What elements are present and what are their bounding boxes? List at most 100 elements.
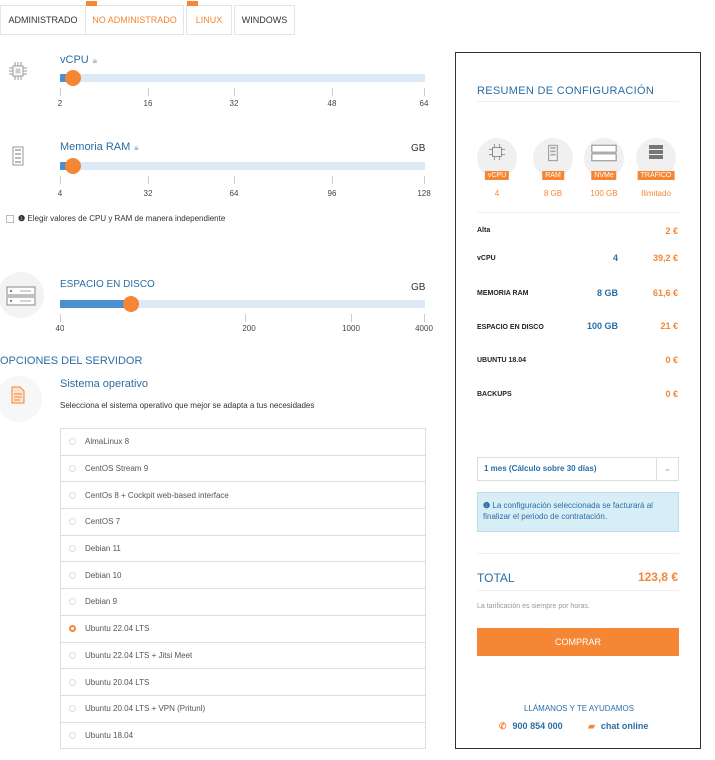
ram-tick — [424, 176, 425, 184]
lock-icon: 🔒︎ — [92, 56, 97, 65]
summary-disk-badge: NVMe — [584, 138, 624, 180]
summary-row-label: Alta — [477, 227, 491, 234]
tab-flag — [86, 1, 97, 6]
divider — [477, 553, 679, 554]
cpu-icon — [477, 144, 517, 165]
vcpu-tick-label: 64 — [419, 99, 429, 108]
ram-slider-handle[interactable] — [65, 158, 81, 174]
os-list: AlmaLinux 8 CentOS Stream 9 CentOs 8 + C… — [60, 428, 426, 750]
billing-note: La tarificación es siempre por horas. — [477, 603, 590, 610]
vcpu-tick-label: 32 — [229, 99, 239, 108]
badge-label: NVMe — [591, 171, 617, 180]
os-option-label: CentOS Stream 9 — [85, 464, 149, 474]
os-option[interactable]: Ubuntu 20.04 LTS + VPN (Pritunl) — [61, 695, 425, 723]
os-option[interactable]: CentOS Stream 9 — [61, 455, 425, 483]
tab-windows[interactable]: WINDOWS — [234, 5, 295, 35]
os-option[interactable]: AlmaLinux 8 — [61, 429, 425, 456]
badge-label: vCPU — [484, 171, 510, 180]
os-option-selected[interactable]: Ubuntu 22.04 LTS — [61, 615, 425, 643]
chat-icon: ▰ — [588, 721, 595, 731]
summary-row-label: BACKUPS — [477, 391, 512, 398]
os-option-label: Debian 9 — [85, 597, 118, 607]
chevron-down-icon[interactable]: ⌄ — [656, 458, 678, 480]
summary-cpu-badge: vCPU — [477, 138, 517, 180]
os-option[interactable]: Ubuntu 18.04 — [61, 722, 425, 750]
chat-link[interactable]: ▰ chat online — [588, 721, 648, 732]
summary-row-price: 0 € — [665, 355, 678, 365]
phone-icon: ✆ — [499, 721, 507, 731]
disk-unit: GB — [411, 282, 426, 293]
phone-number: 900 854 000 — [512, 721, 563, 731]
disk-slider-handle[interactable] — [123, 296, 139, 312]
total-label: TOTAL — [477, 571, 515, 585]
radio-button[interactable] — [69, 598, 76, 606]
tab-label: LINUX — [195, 15, 223, 25]
ram-tick-label: 128 — [417, 189, 431, 198]
ram-tick-label: 4 — [57, 189, 63, 198]
radio-button[interactable] — [69, 705, 76, 713]
tab-administrado[interactable]: ADMINISTRADO — [0, 5, 86, 35]
buy-button[interactable]: COMPRAR — [477, 628, 679, 656]
radio-button[interactable] — [69, 731, 76, 739]
os-option[interactable]: CentOS 7 — [61, 509, 425, 536]
summary-ram-value: 8 GB — [543, 189, 563, 198]
radio-button[interactable] — [69, 678, 76, 686]
vcpu-slider-handle[interactable] — [65, 70, 81, 86]
radio-button[interactable] — [69, 518, 76, 526]
os-option[interactable]: Debian 11 — [61, 535, 425, 563]
billing-period-select[interactable]: 1 mes (Cálculo sobre 30 días) ⌄ — [477, 457, 679, 481]
os-option-label: CentOs 8 + Cockpit web-based interface — [85, 490, 229, 500]
vcpu-tick-label: 16 — [143, 99, 153, 108]
os-option[interactable]: Ubuntu 22.04 LTS + Jitsi Meet — [61, 642, 425, 670]
ram-tick-label: 64 — [229, 189, 239, 198]
os-title: Sistema operativo — [60, 378, 149, 390]
independent-checkbox[interactable] — [6, 215, 14, 223]
radio-button[interactable] — [69, 465, 76, 473]
ram-slider-track[interactable] — [60, 158, 425, 174]
os-option[interactable]: CentOs 8 + Cockpit web-based interface — [61, 482, 425, 510]
billing-period-value: 1 mes (Cálculo sobre 30 días) — [484, 464, 597, 473]
disk-icon — [584, 144, 624, 167]
radio-button[interactable] — [69, 545, 76, 553]
vcpu-tick — [332, 88, 333, 96]
tab-label: NO ADMINISTRADO — [92, 15, 177, 25]
disk-slider-track[interactable] — [60, 296, 425, 312]
chat-label: chat online — [600, 721, 649, 731]
summary-row-label: ESPACIO EN DISCO — [477, 324, 544, 331]
radio-button[interactable] — [69, 571, 76, 579]
summary-disk-value: 100 GB — [590, 189, 618, 198]
lock-icon: 🔒︎ — [134, 143, 139, 152]
os-subtitle: Selecciona el sistema operativo que mejo… — [60, 401, 315, 410]
divider — [477, 101, 679, 102]
ram-tick-label: 96 — [327, 189, 337, 198]
os-option-label: Debian 10 — [85, 570, 122, 580]
os-option-label: Ubuntu 20.04 LTS + VPN (Pritunl) — [85, 704, 206, 714]
summary-row-price: 2 € — [665, 226, 678, 236]
os-option-label: CentOS 7 — [85, 517, 121, 527]
os-option[interactable]: Debian 10 — [61, 562, 425, 590]
tab-linux[interactable]: LINUX — [186, 1, 232, 35]
summary-row-label: MEMORIA RAM — [477, 290, 529, 297]
os-option-label: Ubuntu 18.04 — [85, 730, 134, 740]
radio-button[interactable] — [69, 438, 76, 446]
os-option-label: Ubuntu 22.04 LTS — [85, 624, 150, 634]
phone-link[interactable]: ✆ 900 854 000 — [499, 721, 563, 732]
vcpu-tick-label: 2 — [57, 99, 63, 108]
radio-button-selected[interactable] — [69, 625, 76, 633]
document-icon — [11, 386, 25, 409]
radio-button[interactable] — [69, 651, 76, 659]
tab-no-administrado[interactable]: NO ADMINISTRADO — [85, 1, 184, 35]
summary-traffic-value: Ilimitado — [641, 189, 671, 198]
vcpu-slider-track[interactable] — [60, 70, 425, 86]
summary-row-price: 0 € — [665, 389, 678, 399]
summary-cpu-value: 4 — [494, 189, 500, 198]
radio-button[interactable] — [69, 491, 76, 499]
os-option[interactable]: Debian 9 — [61, 589, 425, 616]
disk-slider-fill — [60, 300, 130, 308]
total-value: 123,8 € — [637, 570, 678, 584]
os-option[interactable]: Ubuntu 20.04 LTS — [61, 669, 425, 696]
cpu-icon — [8, 62, 28, 85]
summary-row-value: 100 GB — [586, 321, 618, 331]
ram-tick — [60, 176, 61, 184]
server-options-title: OPCIONES DEL SERVIDOR — [0, 355, 143, 367]
